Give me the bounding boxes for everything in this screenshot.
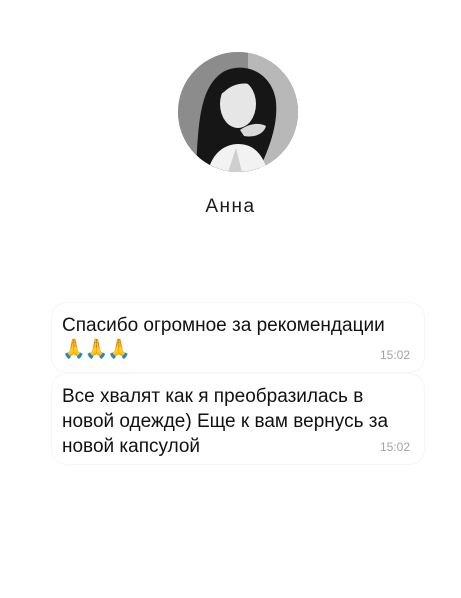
avatar-photo bbox=[178, 52, 298, 172]
message-text: Спасибо огромное за рекомендации 🙏🙏🙏 bbox=[62, 313, 402, 362]
message-timestamp: 15:02 bbox=[379, 348, 410, 362]
contact-name: Анна bbox=[205, 196, 256, 217]
message-bubble[interactable]: Спасибо огромное за рекомендации 🙏🙏🙏 15:… bbox=[52, 303, 424, 372]
message-text-body: Спасибо огромное за рекомендации bbox=[62, 315, 385, 336]
message-text: Все хвалят как я преобразилась в новой о… bbox=[62, 386, 389, 457]
pray-emoji-icon: 🙏🙏🙏 bbox=[62, 339, 131, 360]
contact-avatar[interactable] bbox=[178, 52, 298, 172]
message-timestamp: 15:02 bbox=[379, 440, 410, 454]
message-bubble[interactable]: Все хвалят как я преобразилась в новой о… bbox=[52, 374, 424, 464]
